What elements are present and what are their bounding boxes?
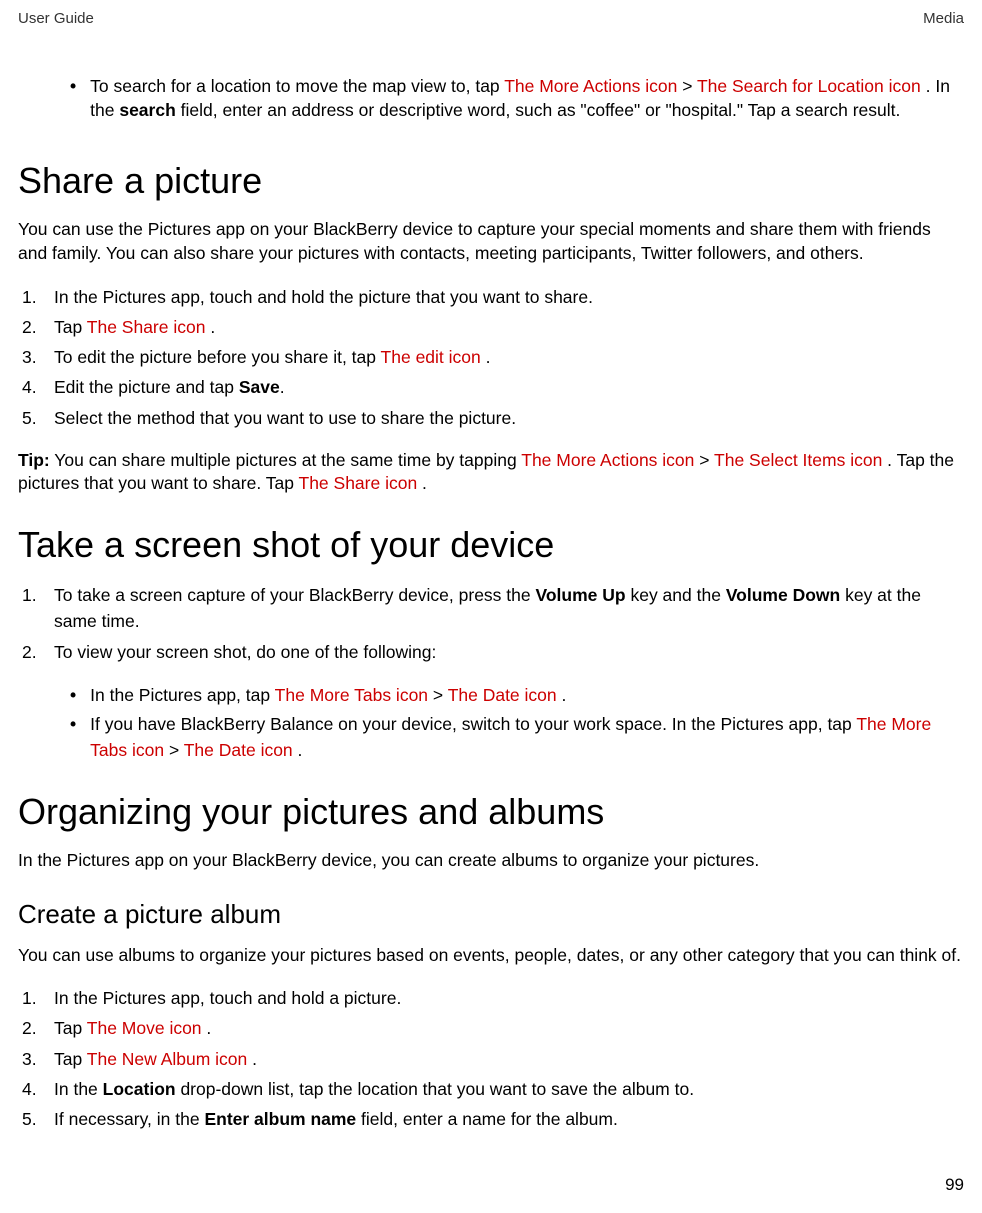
intro-text: To search for a location to move the map… [90, 75, 964, 122]
organize-section: Organizing your pictures and albums In t… [18, 791, 964, 1133]
list-item: 3.To edit the picture before you share i… [22, 344, 964, 370]
share-section: Share a picture You can use the Pictures… [18, 160, 964, 496]
share-icon-link: The Share icon [299, 473, 418, 493]
list-item: 2.Tap The Share icon . [22, 314, 964, 340]
search-location-icon-link: The Search for Location icon [697, 76, 921, 96]
list-item: 3.Tap The New Album icon . [22, 1046, 964, 1072]
list-item: 4.In the Location drop-down list, tap th… [22, 1076, 964, 1102]
date-icon-link: The Date icon [448, 685, 557, 705]
list-item: 2.Tap The Move icon . [22, 1015, 964, 1041]
more-tabs-icon-link: The More Tabs icon [275, 685, 428, 705]
bullet-icon: • [70, 683, 76, 708]
edit-icon-link: The edit icon [381, 347, 481, 367]
more-actions-icon-link: The More Actions icon [504, 76, 677, 96]
share-tip: Tip: You can share multiple pictures at … [18, 449, 964, 496]
screenshot-steps: 1.To take a screen capture of your Black… [22, 582, 964, 665]
create-album-para: You can use albums to organize your pict… [18, 944, 964, 968]
screenshot-bullets: • In the Pictures app, tap The More Tabs… [70, 683, 964, 763]
header-right: Media [923, 10, 964, 27]
list-item: 5.Select the method that you want to use… [22, 405, 964, 431]
share-steps: 1.In the Pictures app, touch and hold th… [22, 284, 964, 431]
list-item: 1.In the Pictures app, touch and hold a … [22, 985, 964, 1011]
more-actions-icon-link: The More Actions icon [521, 450, 694, 470]
list-item: 4.Edit the picture and tap Save. [22, 374, 964, 400]
list-item: • If you have BlackBerry Balance on your… [70, 712, 964, 763]
intro-bullet: • To search for a location to move the m… [70, 75, 964, 122]
new-album-icon-link: The New Album icon [87, 1049, 248, 1069]
organize-title: Organizing your pictures and albums [18, 791, 964, 833]
list-item: 5.If necessary, in the Enter album name … [22, 1106, 964, 1132]
page-header: User Guide Media [18, 10, 964, 27]
date-icon-link: The Date icon [184, 740, 293, 760]
move-icon-link: The Move icon [87, 1018, 202, 1038]
bullet-icon: • [70, 712, 76, 763]
create-album-steps: 1.In the Pictures app, touch and hold a … [22, 985, 964, 1132]
screenshot-title: Take a screen shot of your device [18, 524, 964, 566]
screenshot-section: Take a screen shot of your device 1.To t… [18, 524, 964, 763]
list-item: 2.To view your screen shot, do one of th… [22, 639, 964, 665]
share-intro-para: You can use the Pictures app on your Bla… [18, 218, 964, 265]
header-left: User Guide [18, 10, 94, 27]
intro-bullet-item: • To search for a location to move the m… [70, 75, 964, 122]
share-icon-link: The Share icon [87, 317, 206, 337]
list-item: 1.To take a screen capture of your Black… [22, 582, 964, 635]
page-number: 99 [945, 1175, 964, 1195]
create-album-title: Create a picture album [18, 899, 964, 930]
bullet-icon: • [70, 75, 76, 122]
select-items-icon-link: The Select Items icon [714, 450, 882, 470]
list-item: • In the Pictures app, tap The More Tabs… [70, 683, 964, 708]
organize-para: In the Pictures app on your BlackBerry d… [18, 849, 964, 873]
list-item: 1.In the Pictures app, touch and hold th… [22, 284, 964, 310]
share-title: Share a picture [18, 160, 964, 202]
